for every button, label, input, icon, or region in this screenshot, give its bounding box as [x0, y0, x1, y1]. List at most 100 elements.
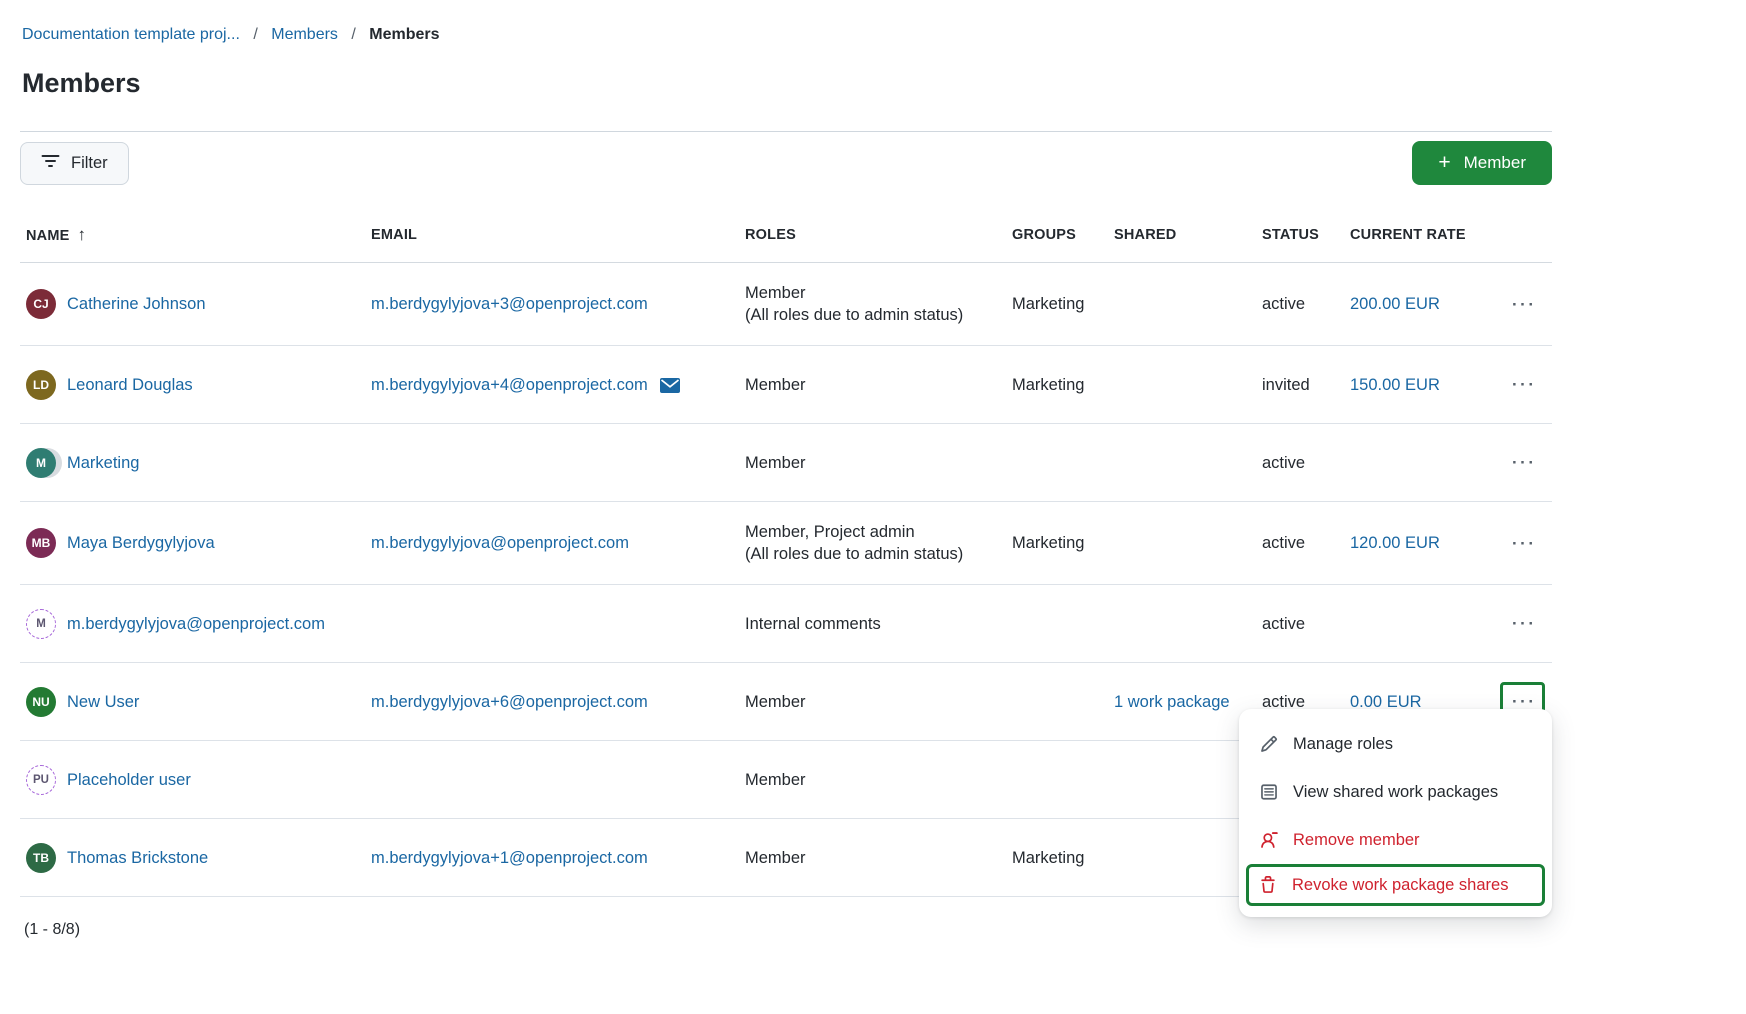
plus-icon: + [1438, 156, 1450, 170]
groups-text: Marketing [1012, 849, 1084, 867]
shared-work-packages-link[interactable]: 1 work package [1114, 693, 1230, 711]
menu-item-label: View shared work packages [1293, 781, 1498, 803]
avatar-initials: NU [26, 687, 56, 717]
context-menu-item[interactable]: Manage roles [1239, 720, 1552, 768]
column-header-roles[interactable]: ROLES [739, 211, 1006, 263]
avatar: M [26, 609, 56, 639]
add-member-button[interactable]: + Member [1412, 141, 1552, 185]
avatar-initials: PU [26, 765, 56, 795]
column-header-shared[interactable]: SHARED [1108, 211, 1256, 263]
filter-button[interactable]: Filter [20, 142, 129, 185]
member-name-link[interactable]: Placeholder user [67, 769, 191, 791]
column-header-name[interactable]: NAME ↑ [20, 211, 365, 263]
member-name-link[interactable]: Catherine Johnson [67, 293, 206, 315]
member-name-link[interactable]: Maya Berdygylyjova [67, 532, 215, 554]
row-more-actions-button[interactable]: ··· [1500, 285, 1545, 324]
menu-item-label: Remove member [1293, 829, 1420, 851]
breadcrumb-separator: / [351, 26, 355, 43]
column-header-name-label: NAME [26, 228, 70, 244]
breadcrumb: Documentation template proj... / Members… [20, 26, 1552, 44]
row-more-actions-button[interactable]: ··· [1500, 524, 1545, 563]
current-rate-link[interactable]: 120.00 EUR [1350, 534, 1440, 552]
member-email-link[interactable]: m.berdygylyjova+6@openproject.com [371, 691, 648, 713]
table-header-row: NAME ↑ EMAIL ROLES GROUPS SHARED STATUS C… [20, 211, 1552, 263]
status-text: active [1262, 615, 1305, 633]
actions-cell: ··· [1494, 263, 1552, 346]
member-email-link[interactable]: m.berdygylyjova+3@openproject.com [371, 293, 648, 315]
avatar: CJ [26, 289, 56, 319]
breadcrumb-separator: / [253, 26, 257, 43]
avatar: PU [26, 765, 56, 795]
status-text: active [1262, 534, 1305, 552]
members-table-body: CJ Catherine Johnson m.berdygylyjova+3@o… [20, 263, 1552, 897]
context-menu-item[interactable]: Remove member [1239, 816, 1552, 864]
member-email-link[interactable]: m.berdygylyjova+1@openproject.com [371, 847, 648, 869]
member-name-link[interactable]: Thomas Brickstone [67, 847, 208, 869]
actions-cell: ··· [1494, 424, 1552, 502]
shared-packages-icon [1260, 783, 1278, 801]
row-more-actions-button[interactable]: ··· [1500, 604, 1545, 643]
member-row: CJ Catherine Johnson m.berdygylyjova+3@o… [20, 263, 1552, 346]
page-title: Members [22, 68, 1552, 99]
context-menu-list: Manage roles View shared work packages R… [1239, 720, 1552, 906]
status-text: invited [1262, 376, 1310, 394]
roles-text: Member [745, 376, 806, 394]
groups-text: Marketing [1012, 534, 1084, 552]
member-email-link[interactable]: m.berdygylyjova@openproject.com [371, 532, 629, 554]
status-text: active [1262, 295, 1305, 313]
avatar-initials: TB [26, 843, 56, 873]
avatar-initials: M [26, 448, 56, 478]
members-page: Documentation template proj... / Members… [20, 0, 1552, 939]
toolbar: Filter + Member [20, 141, 1552, 185]
avatar: M [26, 448, 56, 478]
avatar-initials: CJ [26, 289, 56, 319]
members-table: NAME ↑ EMAIL ROLES GROUPS SHARED STATUS C… [20, 211, 1552, 897]
member-email-link[interactable]: m.berdygylyjova+4@openproject.com [371, 374, 648, 396]
roles-note: (All roles due to admin status) [745, 543, 998, 565]
filter-icon [41, 153, 60, 174]
actions-cell: ··· [1494, 346, 1552, 424]
context-menu-item[interactable]: Revoke work package shares [1246, 864, 1545, 906]
email-envelope-icon [660, 378, 680, 393]
column-header-status[interactable]: STATUS [1256, 211, 1344, 263]
add-member-button-label: Member [1464, 153, 1526, 173]
roles-text: Internal comments [745, 615, 881, 633]
member-row: M Marketing Member active ··· [20, 424, 1552, 502]
actions-cell: ··· [1494, 585, 1552, 663]
status-text: active [1262, 454, 1305, 472]
member-name-link[interactable]: Leonard Douglas [67, 374, 193, 396]
avatar: NU [26, 687, 56, 717]
current-rate-link[interactable]: 150.00 EUR [1350, 376, 1440, 394]
column-header-current-rate[interactable]: CURRENT RATE [1344, 211, 1494, 263]
breadcrumb-members-link[interactable]: Members [271, 26, 338, 43]
member-row: MB Maya Berdygylyjova m.berdygylyjova@op… [20, 502, 1552, 585]
current-rate-link[interactable]: 0.00 EUR [1350, 693, 1422, 711]
roles-note: (All roles due to admin status) [745, 304, 998, 326]
pencil-icon [1260, 735, 1278, 753]
avatar-initials: M [26, 609, 56, 639]
member-name-link[interactable]: m.berdygylyjova@openproject.com [67, 613, 325, 635]
menu-item-label: Manage roles [1293, 733, 1393, 755]
member-row: M m.berdygylyjova@openproject.com Intern… [20, 585, 1552, 663]
roles-text: Member [745, 849, 806, 867]
groups-text: Marketing [1012, 295, 1084, 313]
breadcrumb-project-link[interactable]: Documentation template proj... [22, 26, 240, 43]
roles-text: Member [745, 693, 806, 711]
row-more-actions-button[interactable]: ··· [1500, 365, 1545, 404]
row-more-actions-button[interactable]: ··· [1500, 443, 1545, 482]
current-rate-link[interactable]: 200.00 EUR [1350, 295, 1440, 313]
roles-text: Member [745, 771, 806, 789]
column-header-email[interactable]: EMAIL [365, 211, 739, 263]
filter-button-label: Filter [71, 154, 108, 173]
avatar: MB [26, 528, 56, 558]
member-name-link[interactable]: Marketing [67, 452, 139, 474]
member-row: LD Leonard Douglas m.berdygylyjova+4@ope… [20, 346, 1552, 424]
sort-ascending-icon: ↑ [78, 225, 87, 244]
remove-member-icon [1260, 831, 1278, 849]
context-menu-item[interactable]: View shared work packages [1239, 768, 1552, 816]
roles-text: Member [745, 454, 806, 472]
avatar-initials: LD [26, 370, 56, 400]
pagination-label: (1 - 8/8) [24, 921, 1552, 939]
column-header-groups[interactable]: GROUPS [1006, 211, 1108, 263]
member-name-link[interactable]: New User [67, 691, 139, 713]
